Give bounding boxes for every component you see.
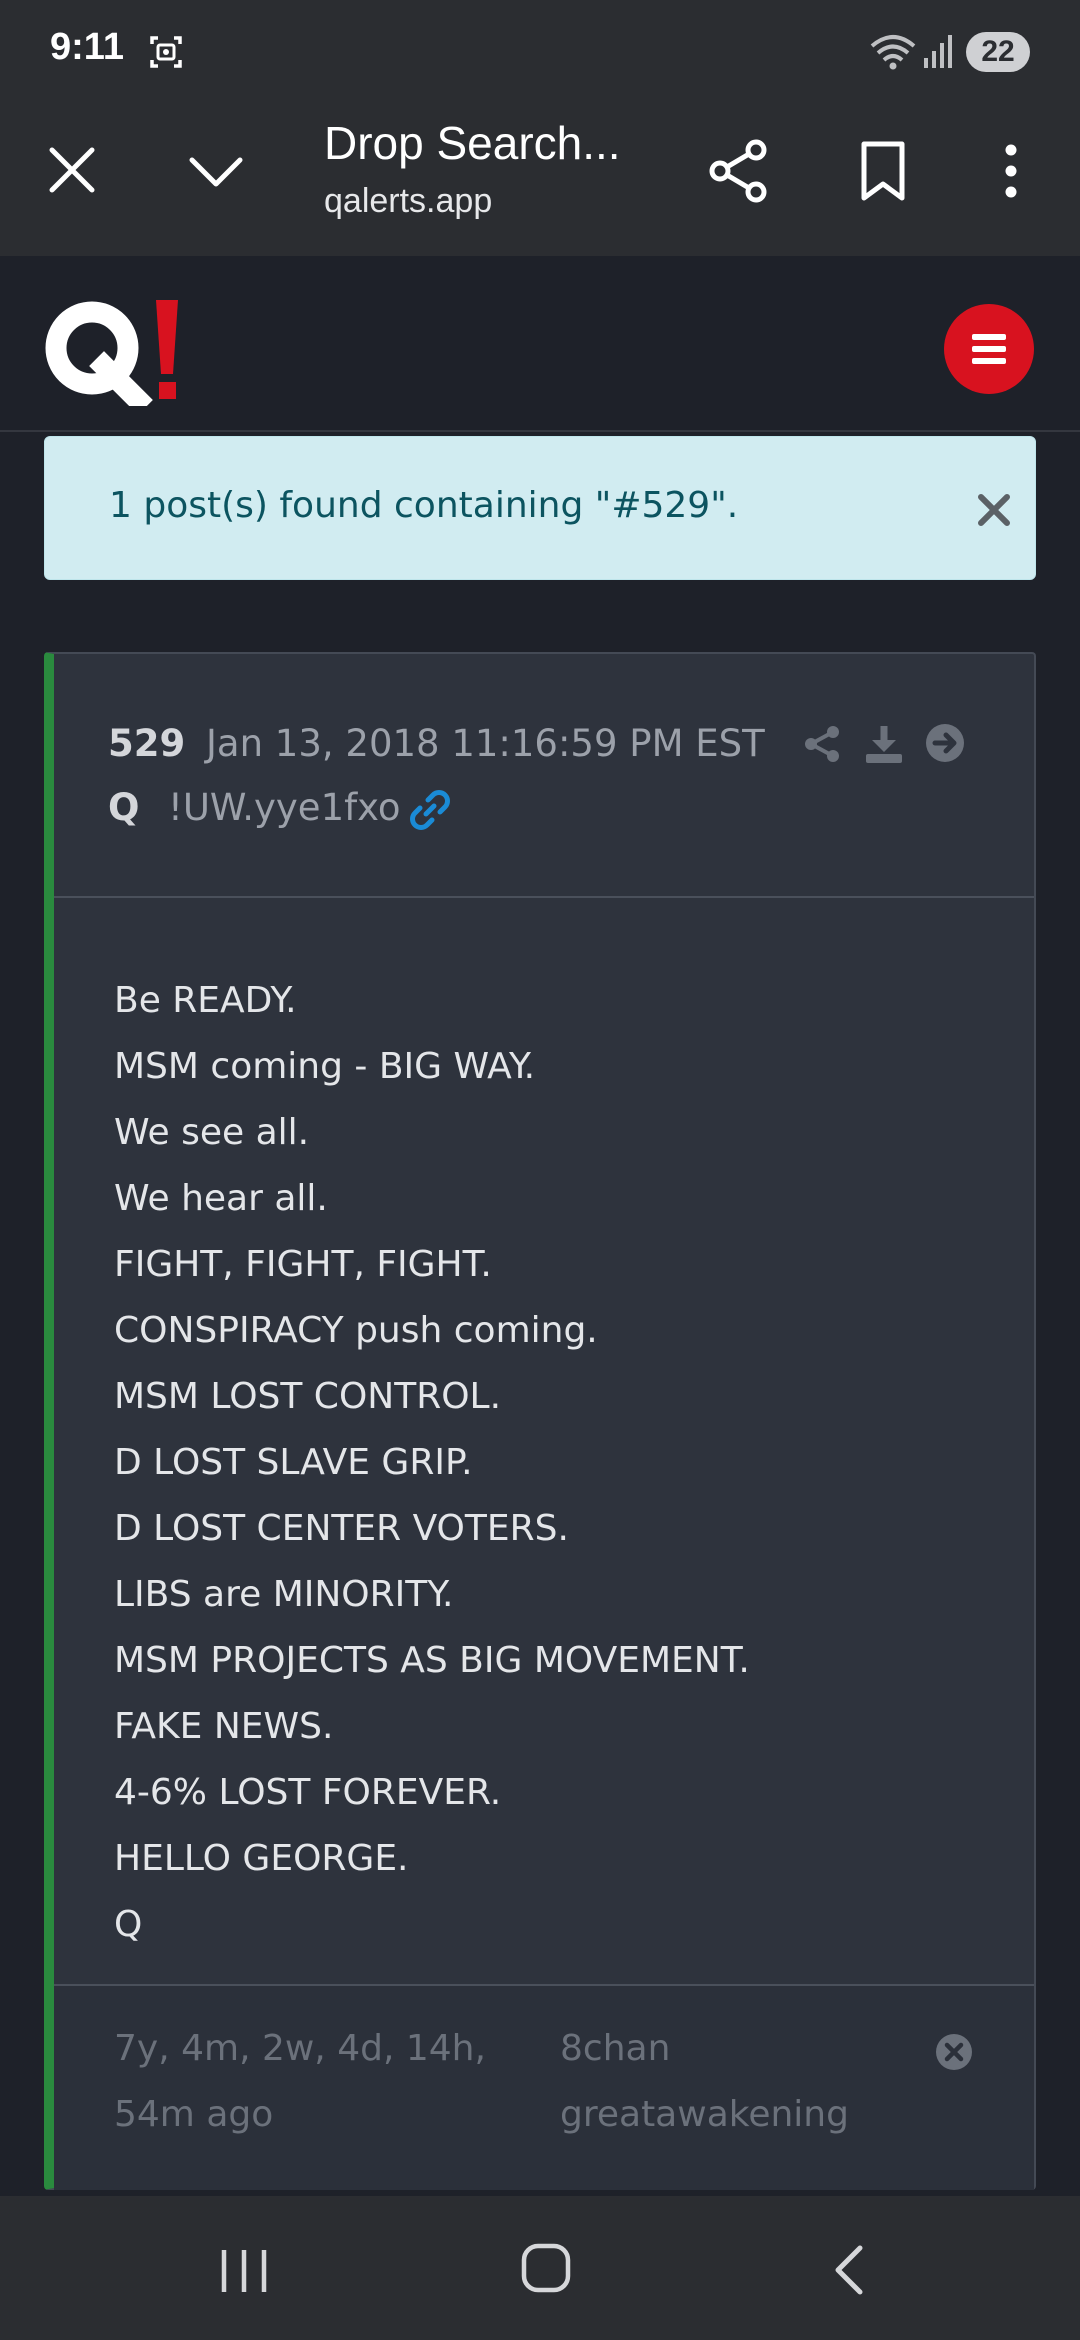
post-line: Be READY. [114, 980, 297, 1021]
post-line: 4-6% LOST FOREVER. [114, 1772, 502, 1813]
site-header [0, 256, 1080, 432]
battery-indicator: 22 [966, 32, 1030, 72]
post-line: CONSPIRACY push coming. [114, 1310, 598, 1351]
share-icon[interactable] [802, 724, 842, 764]
bookmark-icon[interactable] [856, 138, 910, 204]
post-line: We see all. [114, 1112, 310, 1153]
post-card: 529 Jan 13, 2018 11:16:59 PM EST Q !UW.y… [44, 652, 1036, 2190]
close-circle-icon[interactable] [934, 2032, 974, 2072]
browser-toolbar: Drop Search... qalerts.app [0, 102, 1080, 256]
download-icon[interactable] [862, 722, 906, 766]
wifi-icon [870, 35, 916, 70]
post-line: FIGHT, FIGHT, FIGHT. [114, 1244, 492, 1285]
post-date: Jan 13, 2018 11:16:59 PM EST [206, 722, 765, 765]
post-line: MSM coming - BIG WAY. [114, 1046, 536, 1087]
post-tripcode: !UW.yye1fxo [168, 786, 401, 829]
arrow-right-circle-icon[interactable] [924, 722, 966, 764]
close-icon[interactable] [971, 487, 1017, 533]
recents-icon[interactable] [216, 2246, 272, 2296]
home-icon[interactable] [520, 2242, 572, 2294]
signal-icon [924, 35, 952, 68]
search-result-alert: 1 post(s) found containing "#529". [44, 436, 1036, 580]
post-source: 8chan greatawakening [560, 2016, 920, 2148]
post-line: MSM PROJECTS AS BIG MOVEMENT. [114, 1640, 750, 1681]
system-nav-bar [0, 2196, 1080, 2340]
post-header: 529 Jan 13, 2018 11:16:59 PM EST Q !UW.y… [54, 654, 1034, 898]
status-bar: 9:11 22 [0, 0, 1080, 102]
share-icon[interactable] [706, 138, 772, 204]
post-line: D LOST SLAVE GRIP. [114, 1442, 473, 1483]
screenshot-icon [150, 36, 182, 68]
tab-title[interactable]: Drop Search... [324, 116, 644, 170]
post-number[interactable]: 529 [108, 722, 185, 765]
hamburger-icon [972, 334, 1006, 340]
tab-url[interactable]: qalerts.app [324, 182, 492, 221]
post-line: We hear all. [114, 1178, 328, 1219]
close-icon[interactable] [44, 142, 100, 198]
link-icon[interactable] [408, 788, 452, 832]
post-age-line2: 54m ago [114, 2094, 274, 2135]
chevron-down-icon[interactable] [186, 144, 246, 200]
more-vert-icon[interactable] [996, 138, 1026, 204]
back-icon[interactable] [830, 2242, 866, 2298]
post-line: LIBS are MINORITY. [114, 1574, 454, 1615]
post-line: D LOST CENTER VOTERS. [114, 1508, 569, 1549]
post-body: Be READY. MSM coming - BIG WAY. We see a… [114, 968, 994, 1958]
post-source-line1: 8chan [560, 2028, 671, 2069]
alert-text: 1 post(s) found containing "#529". [109, 485, 739, 526]
q-logo[interactable] [42, 296, 192, 406]
post-footer: 7y, 4m, 2w, 4d, 14h, 54m ago 8chan great… [54, 1984, 1034, 2190]
post-line: FAKE NEWS. [114, 1706, 334, 1747]
post-source-line2: greatawakening [560, 2094, 849, 2135]
post-line: HELLO GEORGE. [114, 1838, 409, 1879]
post-line: MSM LOST CONTROL. [114, 1376, 502, 1417]
status-time: 9:11 [50, 26, 124, 68]
post-author: Q [108, 786, 140, 829]
post-age: 7y, 4m, 2w, 4d, 14h, 54m ago [114, 2016, 494, 2148]
post-age-line1: 7y, 4m, 2w, 4d, 14h, [114, 2028, 486, 2069]
menu-button[interactable] [944, 304, 1034, 394]
post-line: Q [114, 1904, 143, 1945]
